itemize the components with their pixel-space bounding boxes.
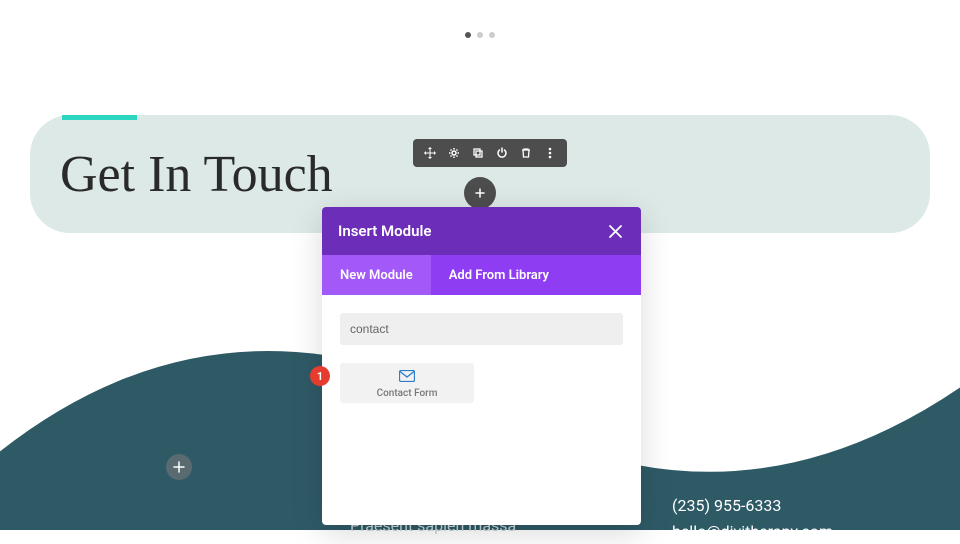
plus-icon — [173, 461, 185, 473]
add-module-button[interactable] — [464, 177, 496, 209]
dot-3[interactable] — [489, 32, 495, 38]
plus-icon — [474, 187, 486, 199]
move-icon[interactable] — [423, 146, 437, 160]
callout-badge: 1 — [310, 366, 330, 386]
dot-1[interactable] — [465, 32, 471, 38]
contact-email: hello@divitherapy.com — [672, 519, 833, 544]
search-input[interactable] — [340, 313, 623, 345]
module-item-label: Contact Form — [377, 388, 438, 399]
module-item-contact-form[interactable]: Contact Form — [340, 363, 474, 403]
contact-section: Contact (235) 955-6333 hello@divitherapy… — [672, 447, 833, 544]
modal-title: Insert Module — [338, 222, 431, 240]
modal-body: Contact Form — [322, 295, 641, 525]
tab-new-module[interactable]: New Module — [322, 255, 431, 295]
close-icon[interactable] — [605, 221, 625, 241]
pagination-dots[interactable] — [465, 32, 495, 38]
contact-phone: (235) 955-6333 — [672, 493, 833, 519]
more-icon[interactable] — [543, 146, 557, 160]
insert-module-modal: Insert Module New Module Add From Librar… — [322, 207, 641, 525]
power-icon[interactable] — [495, 146, 509, 160]
modal-tabs: New Module Add From Library — [322, 255, 641, 295]
dot-2[interactable] — [477, 32, 483, 38]
add-section-button[interactable] — [166, 454, 192, 480]
duplicate-icon[interactable] — [471, 146, 485, 160]
contact-heading: Contact — [672, 447, 833, 475]
mail-icon — [399, 367, 415, 386]
trash-icon[interactable] — [519, 146, 533, 160]
banner-accent — [62, 115, 137, 120]
module-toolbar — [413, 139, 567, 167]
banner-title: Get In Touch — [60, 145, 333, 204]
gear-icon[interactable] — [447, 146, 461, 160]
modal-header: Insert Module — [322, 207, 641, 255]
tab-add-from-library[interactable]: Add From Library — [431, 255, 567, 295]
